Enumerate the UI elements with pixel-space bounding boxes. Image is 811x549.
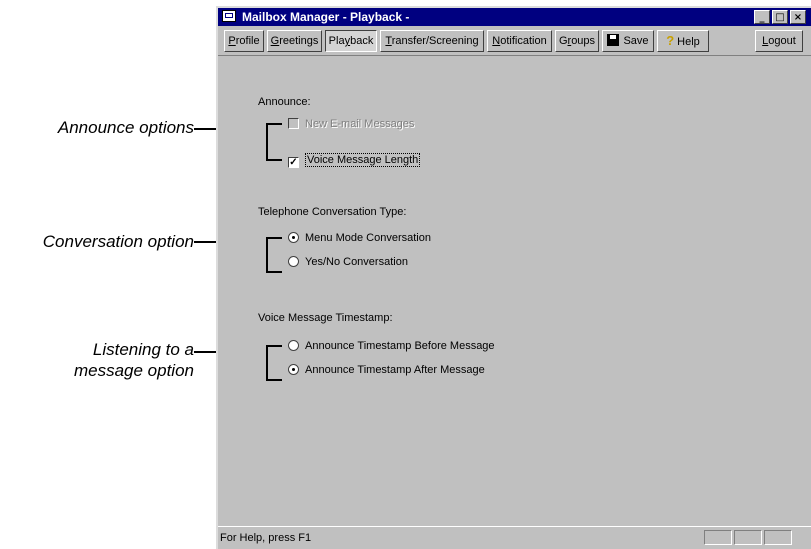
callout-listening-line2: message option	[73, 361, 194, 380]
close-button[interactable]: ×	[790, 10, 806, 24]
timestamp-bracket-stub	[276, 345, 282, 347]
timestamp-bracket-stub	[276, 379, 282, 381]
help-button[interactable]: ? Help	[657, 30, 709, 52]
minimize-button[interactable]: _	[754, 10, 770, 24]
new-email-messages-option: New E-mail Messages	[288, 117, 414, 131]
yes-no-conversation-option[interactable]: Yes/No Conversation	[288, 255, 408, 269]
timestamp-after-option[interactable]: Announce Timestamp After Message	[288, 363, 485, 377]
help-question-icon: ?	[666, 33, 675, 48]
announce-bracket-stub	[276, 159, 282, 161]
tab-greetings[interactable]: Greetings	[267, 30, 322, 52]
toolbar: Profile Greetings Playback Transfer/Scre…	[218, 27, 811, 53]
voice-message-length-label: Voice Message Length	[305, 153, 421, 167]
announce-bracket-stub	[276, 123, 282, 125]
status-bar: For Help, press F1	[218, 526, 811, 549]
playback-panel: Announce: New E-mail Messages ✓ Voice Mes…	[218, 55, 811, 527]
new-email-messages-checkbox	[288, 118, 299, 129]
tab-transfer-screening[interactable]: Transfer/Screening	[380, 30, 484, 52]
timestamp-before-radio[interactable]	[288, 340, 299, 351]
title-bar[interactable]: Mailbox Manager - Playback - _ □ ×	[218, 8, 811, 26]
status-panel	[704, 530, 732, 545]
timestamp-after-radio[interactable]	[288, 364, 299, 375]
callout-announce-options: Announce options	[57, 118, 194, 137]
floppy-disk-icon	[607, 34, 620, 46]
callout-listening-option: Listening to a message option	[74, 339, 194, 381]
status-panel	[764, 530, 792, 545]
voice-message-timestamp-label: Voice Message Timestamp:	[258, 312, 393, 324]
status-text: For Help, press F1	[220, 532, 312, 544]
timestamp-bracket	[266, 345, 276, 381]
mail-icon	[222, 10, 236, 22]
tab-playback[interactable]: Playback	[325, 30, 377, 52]
menu-mode-radio[interactable]	[288, 232, 299, 243]
conversation-bracket-stub	[276, 237, 282, 239]
tab-profile[interactable]: Profile	[224, 30, 264, 52]
window-title: Mailbox Manager - Playback -	[242, 10, 410, 24]
yes-no-radio[interactable]	[288, 256, 299, 267]
callout-conversation-option: Conversation option	[42, 232, 194, 251]
menu-mode-conversation-option[interactable]: Menu Mode Conversation	[288, 231, 431, 245]
conversation-bracket	[266, 237, 276, 273]
announce-label: Announce:	[258, 96, 311, 108]
timestamp-before-option[interactable]: Announce Timestamp Before Message	[288, 339, 495, 353]
conversation-bracket-stub	[276, 271, 282, 273]
window-controls: _ □ ×	[754, 10, 806, 24]
maximize-button[interactable]: □	[772, 10, 788, 24]
logout-button[interactable]: Logout	[755, 30, 803, 52]
conversation-type-label: Telephone Conversation Type:	[258, 206, 407, 218]
callout-listening-line1: Listening to a	[92, 340, 194, 359]
voice-message-length-checkbox[interactable]: ✓	[288, 157, 299, 168]
status-panel	[734, 530, 762, 545]
voice-message-length-option[interactable]: ✓ Voice Message Length	[288, 153, 421, 168]
announce-bracket	[266, 123, 276, 161]
mailbox-manager-window: Mailbox Manager - Playback - _ □ × Profi…	[216, 6, 811, 549]
tab-notification[interactable]: Notification	[487, 30, 552, 52]
tab-groups[interactable]: Groups	[555, 30, 599, 52]
save-button[interactable]: Save	[602, 30, 654, 52]
